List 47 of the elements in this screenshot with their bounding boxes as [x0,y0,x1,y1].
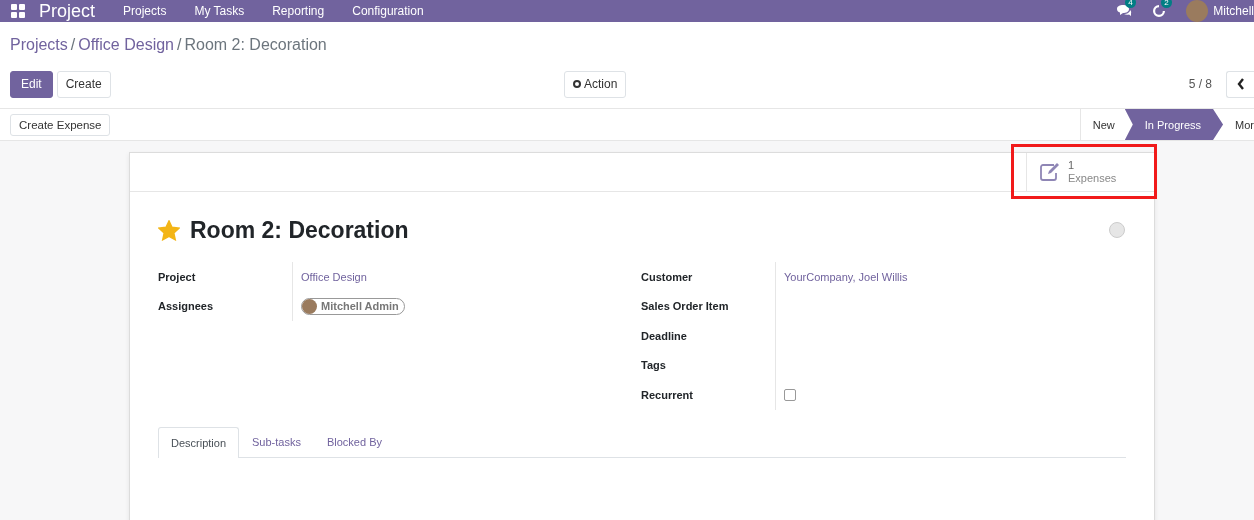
stage-button[interactable]: In Progress [1124,109,1224,140]
field-label: Deadline [641,328,688,344]
tab[interactable]: Description [158,426,240,458]
field-label: Sales Order Item [641,299,730,315]
app-title[interactable]: Project [35,0,110,22]
chat-icon [1116,4,1133,18]
menu-item[interactable]: Projects [109,4,181,18]
record-title: Room 2: Decoration [190,216,409,244]
expense-count: 1 [1068,159,1076,172]
field-label: Customer [641,269,694,285]
star-icon[interactable] [158,219,180,241]
edit-button[interactable]: Edit [10,70,53,98]
stage-button[interactable]: New [1080,109,1125,140]
breadcrumb-separator: / [69,36,77,54]
expense-label: Expenses [1068,172,1117,185]
edit-icon [1040,163,1060,181]
tab[interactable]: Sub-tasks [239,426,314,457]
checkbox[interactable] [784,388,796,401]
breadcrumb-current: Room 2: Decoration [184,36,327,54]
expenses-button[interactable]: 1 Expenses [1026,153,1154,191]
chevron-left-icon [1237,78,1245,90]
field-label: Tags [641,358,667,374]
field-link[interactable]: YourCompany, Joel Willis [784,270,908,283]
status-dot[interactable] [1109,222,1125,238]
breadcrumb-link[interactable]: Projects [10,36,68,54]
menu-item[interactable]: Reporting [258,4,339,18]
breadcrumb-link[interactable]: Office Design [78,36,174,54]
stage-button[interactable]: Mor [1223,109,1254,140]
menu-item[interactable]: Configuration [338,4,438,18]
field-label: Assignees [158,299,215,315]
breadcrumb-separator: / [176,36,183,54]
count-badge: 2 [1161,0,1172,8]
field-label: Project [158,269,197,285]
tab[interactable]: Blocked By [313,426,395,457]
create-expense-button[interactable]: Create Expense [10,113,111,136]
pager-value: 5 / 8 [1188,77,1212,91]
menu-item[interactable]: My Tasks [180,4,259,18]
count-badge: 4 [1125,0,1136,8]
user-menu[interactable]: Mitchell [1186,0,1254,22]
avatar-icon [1186,0,1209,22]
action-button[interactable]: Action [564,70,627,98]
create-button[interactable]: Create [56,70,111,98]
avatar-icon [302,298,317,314]
grid-icon [11,4,25,18]
previous-button[interactable] [1226,70,1254,98]
field-link[interactable]: Office Design [301,270,367,283]
field-label: Recurrent [641,387,694,403]
